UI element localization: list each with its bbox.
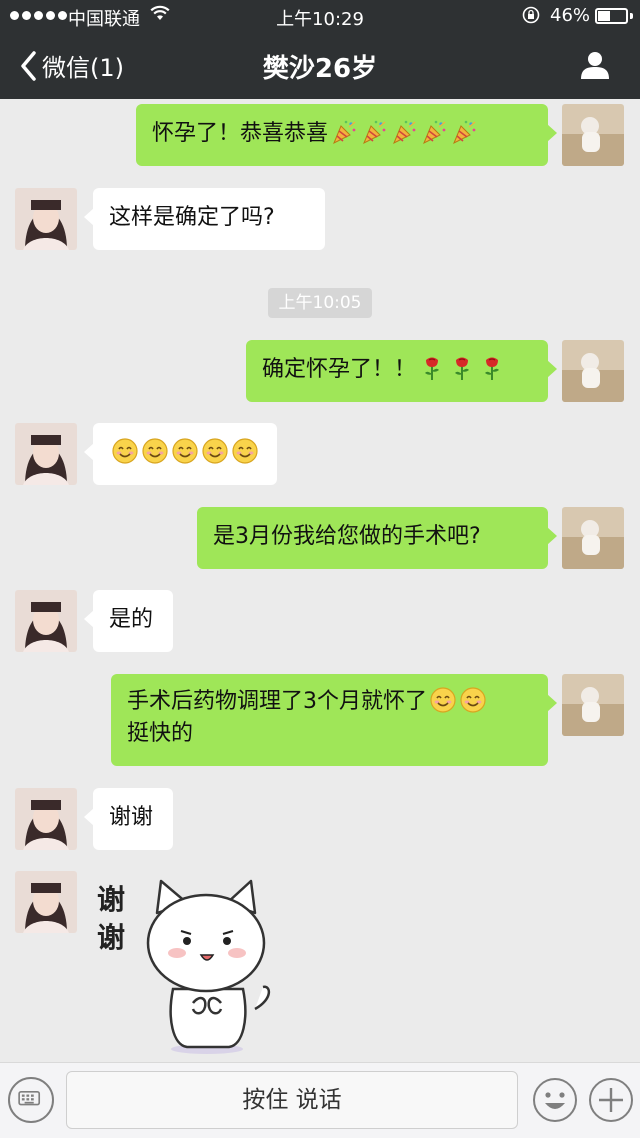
contact-avatar[interactable] — [15, 423, 77, 485]
message-text: 手术后药物调理了3个月就怀了 — [127, 689, 427, 714]
battery-icon — [595, 8, 628, 24]
chat-title: 樊沙26岁 — [262, 54, 378, 84]
message-text: 确定怀孕了！！ — [262, 357, 417, 382]
wechat-chat-screen: 中国联通 上午10:29 46% 微信(1) 樊沙26岁 怀孕了！恭喜恭喜 这样… — [0, 0, 640, 1138]
battery-percentage: 46% — [550, 5, 591, 26]
party-popper-icon — [333, 120, 356, 145]
more-options-plus-icon[interactable] — [588, 1077, 634, 1123]
contact-avatar[interactable] — [15, 788, 77, 850]
message-bubble-outgoing[interactable]: 确定怀孕了！！ — [246, 340, 557, 402]
party-popper-icon — [393, 120, 416, 145]
message-bubble-outgoing[interactable]: 手术后药物调理了3个月就怀了 挺快的 — [111, 674, 557, 766]
message-text: 谢谢 — [109, 805, 154, 830]
message-bubble-incoming[interactable]: 谢谢 — [84, 788, 173, 850]
rose-icon — [455, 357, 470, 380]
contact-avatar[interactable] — [15, 871, 77, 933]
smile-icon — [142, 438, 168, 464]
my-avatar[interactable] — [562, 507, 624, 569]
party-popper-icon — [363, 120, 386, 145]
my-avatar[interactable] — [562, 340, 624, 402]
contact-profile-icon[interactable] — [578, 48, 612, 82]
smile-icon — [112, 438, 138, 464]
smile-icon — [232, 438, 258, 464]
rose-icon — [485, 357, 500, 380]
status-bar: 中国联通 上午10:29 46% — [0, 0, 640, 34]
rotation-lock-icon — [522, 6, 540, 24]
contact-avatar[interactable] — [15, 188, 77, 250]
rose-icon — [425, 357, 440, 380]
sticker-text-1: 谢 — [97, 883, 125, 916]
message-text: 这样是确定了吗? — [109, 205, 275, 230]
my-avatar[interactable] — [562, 104, 624, 166]
contact-avatar[interactable] — [15, 590, 77, 652]
smile-icon — [202, 438, 228, 464]
status-time: 上午10:29 — [276, 9, 364, 30]
party-popper-icon — [423, 120, 446, 145]
message-bubble-incoming[interactable]: 是的 — [84, 590, 173, 652]
message-bubble-incoming[interactable] — [84, 423, 277, 485]
input-bar: 按住 说话 — [0, 1062, 640, 1138]
message-bubble-outgoing[interactable]: 怀孕了！恭喜恭喜 — [136, 104, 557, 166]
keyboard-toggle-icon[interactable] — [8, 1077, 54, 1123]
message-text: 是3月份我给您做的手术吧? — [213, 524, 481, 549]
message-text-line2: 挺快的 — [127, 721, 194, 746]
party-popper-icon — [453, 120, 476, 145]
cat-thanks-sticker[interactable]: 谢 谢 — [95, 869, 285, 1059]
smile-icon — [460, 687, 486, 713]
message-text: 怀孕了！恭喜恭喜 — [152, 121, 329, 146]
top-bar: 中国联通 上午10:29 46% 微信(1) 樊沙26岁 — [0, 0, 640, 99]
sticker-text-2: 谢 — [97, 921, 125, 954]
message-list[interactable]: 怀孕了！恭喜恭喜 这样是确定了吗? 上午10:05 确定怀孕了！！ 是3月份我给… — [0, 99, 640, 1062]
message-text: 是的 — [109, 607, 154, 632]
navigation-bar: 微信(1) 樊沙26岁 — [0, 34, 640, 99]
message-bubble-outgoing[interactable]: 是3月份我给您做的手术吧? — [197, 507, 557, 569]
smile-icon — [430, 687, 456, 713]
smile-icon — [172, 438, 198, 464]
my-avatar[interactable] — [562, 674, 624, 736]
message-bubble-incoming[interactable]: 这样是确定了吗? — [84, 188, 325, 250]
emoji-picker-icon[interactable] — [532, 1077, 578, 1123]
hold-to-talk-button[interactable]: 按住 说话 — [66, 1071, 518, 1129]
timestamp-badge: 上午10:05 — [268, 288, 372, 318]
